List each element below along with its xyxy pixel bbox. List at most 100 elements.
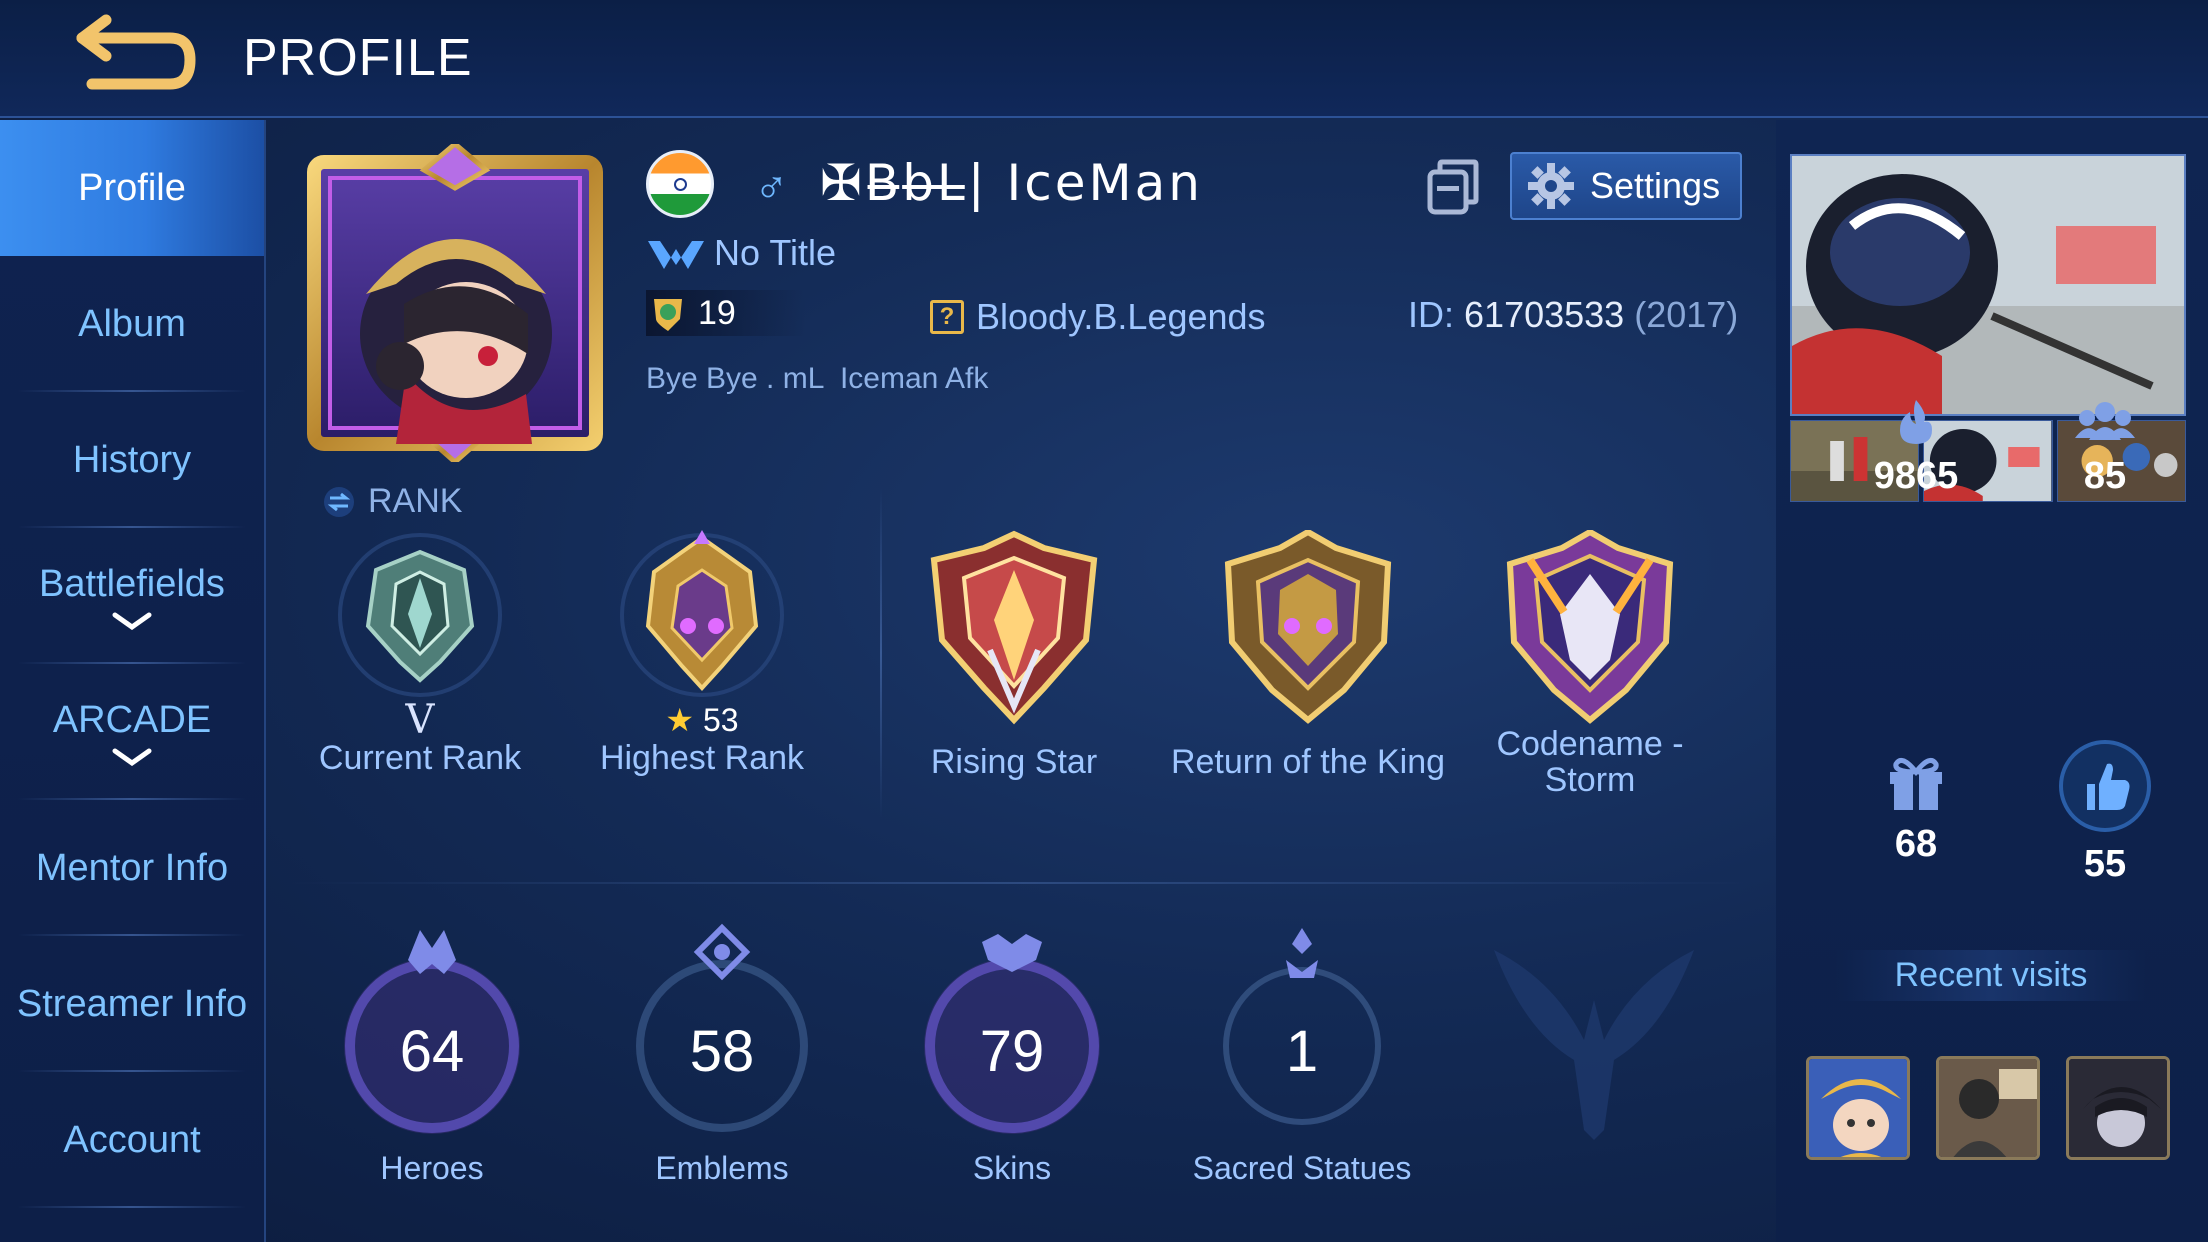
rising-star-emblem-icon: [930, 530, 1098, 725]
badge-caption: Return of the King: [1170, 743, 1446, 781]
stat-caption: Heroes: [380, 1150, 484, 1186]
current-rank-emblem-icon: [338, 533, 502, 697]
section-divider: [288, 882, 1758, 884]
squad[interactable]: ? Bloody.B.Legends: [930, 296, 1266, 338]
highest-rank-emblem-icon: [620, 530, 784, 697]
rank-icon: [324, 486, 354, 517]
player-title[interactable]: No Title: [646, 232, 836, 274]
gear-icon: [1528, 163, 1574, 209]
album-main-photo[interactable]: [1790, 154, 2186, 416]
player-signature: Bye Bye . mL Iceman Afk: [646, 362, 989, 395]
copy-icon[interactable]: [1426, 158, 1480, 216]
badge-highest-rank[interactable]: ★ 53 Highest Rank: [582, 530, 822, 776]
squad-icon: ?: [930, 300, 964, 334]
popularity-value: 9865: [1873, 455, 1959, 497]
codename-storm-emblem-icon: [1506, 530, 1674, 724]
highest-rank-star-count: 53: [702, 702, 739, 738]
stat-skins[interactable]: 79 Skins: [892, 920, 1132, 1187]
flag-india-icon: [646, 150, 714, 218]
current-rank-tier: V: [405, 697, 435, 743]
sidebar-item-label: Account: [63, 1118, 201, 1161]
sidebar-item-mentor-info[interactable]: Mentor Info: [0, 800, 264, 936]
sidebar-item-streamer-info[interactable]: Streamer Info: [0, 936, 264, 1072]
followers-value: 85: [2083, 455, 2127, 497]
stat-ring: 1: [1202, 920, 1402, 1140]
badge-current-rank[interactable]: V Current Rank: [300, 530, 540, 776]
stat-followers[interactable]: 85: [2030, 398, 2180, 498]
rank-divider: [880, 488, 882, 818]
stat-caption: Emblems: [655, 1150, 789, 1186]
visitor-image: [1939, 1059, 2037, 1157]
sidebar-item-profile[interactable]: Profile: [0, 120, 264, 256]
badge-caption: Current Rank: [318, 739, 522, 777]
avatar[interactable]: [296, 144, 614, 462]
stat-ring: 79: [912, 920, 1112, 1140]
recent-visitor-avatar[interactable]: [2066, 1056, 2170, 1160]
badge-codename-storm[interactable]: Codename - Storm: [1470, 530, 1710, 798]
recent-visits-label: Recent visits: [1836, 950, 2146, 1001]
sidebar-item-label: Streamer Info: [16, 982, 248, 1025]
settings-button[interactable]: Settings: [1510, 152, 1742, 220]
rank-section-label: RANK: [322, 482, 462, 521]
stat-gifts[interactable]: 68: [1841, 750, 1991, 866]
male-icon: ♂: [754, 161, 789, 213]
stat-heroes[interactable]: 64 Heroes: [312, 920, 552, 1187]
recent-visitor-avatar[interactable]: [1936, 1056, 2040, 1160]
stat-ring: 64: [332, 920, 532, 1140]
faded-bird-emblem-icon: [1494, 950, 1694, 1140]
likes-value: 55: [2083, 843, 2127, 885]
player-level-value: 19: [698, 293, 736, 332]
player-id-number: 61703533: [1464, 294, 1625, 335]
stat-value: 79: [979, 1019, 1045, 1084]
fire-icon: [1900, 400, 1932, 444]
sidebar-item-battlefields[interactable]: Battlefields: [0, 528, 264, 664]
sidebar-item-label: Battlefields: [39, 562, 225, 605]
stat-sacred-statues[interactable]: 1 Sacred Statues: [1182, 920, 1422, 1187]
highest-rank-stars: ★ 53: [582, 700, 822, 740]
top-bar: PROFILE: [0, 0, 2208, 118]
like-button[interactable]: 55: [2030, 738, 2180, 886]
visitor-image: [2069, 1059, 2167, 1157]
level-shield-icon: [654, 299, 682, 331]
thumbs-up-icon: [2059, 740, 2151, 832]
stat-caption: Skins: [972, 1150, 1052, 1186]
sidebar-item-label: Mentor Info: [35, 846, 229, 889]
stat-ring: 58: [622, 920, 822, 1140]
stat-emblems[interactable]: 58 Emblems: [602, 920, 842, 1187]
recent-visitor-avatar[interactable]: [1806, 1056, 1910, 1160]
sidebar-item-label: History: [72, 438, 192, 481]
sidebar-item-history[interactable]: History: [0, 392, 264, 528]
visitor-image: [1809, 1059, 1907, 1157]
player-id-label: ID:: [1408, 294, 1455, 335]
sidebar-item-arcade[interactable]: ARCADE: [0, 664, 264, 800]
sidebar-item-label: Album: [78, 302, 186, 345]
player-id-year: (2017): [1634, 294, 1739, 335]
stat-value: 1: [1285, 1019, 1319, 1084]
star-icon: ★: [665, 702, 695, 738]
badge-caption: Rising Star: [930, 743, 1098, 781]
stat-popularity[interactable]: 9865: [1841, 398, 1991, 498]
badge-rising-star[interactable]: Rising Star: [894, 530, 1134, 780]
badge-return-of-the-king[interactable]: Return of the King: [1168, 530, 1448, 780]
player-id: ID: 61703533 (2017): [1408, 294, 1738, 336]
page-title: PROFILE: [243, 29, 473, 87]
chevron-down-icon: [112, 748, 152, 766]
sidebar-item-album[interactable]: Album: [0, 256, 264, 392]
chevron-down-icon: [112, 612, 152, 630]
badge-caption: Codename - Storm: [1496, 725, 1684, 799]
profile-main: ♂ ✠B̶b̶L̶| IceMan Settings No Title 19 ?…: [268, 120, 1776, 1242]
player-name: ✠B̶b̶L̶| IceMan: [820, 154, 1203, 212]
stat-value: 58: [689, 1019, 755, 1084]
stat-caption: Sacred Statues: [1192, 1150, 1412, 1186]
rank-section-text: RANK: [368, 482, 463, 520]
sidebar: Profile Album History Battlefields ARCAD…: [0, 120, 266, 1242]
player-level: 19: [646, 290, 806, 336]
sidebar-item-account[interactable]: Account: [0, 1072, 264, 1208]
settings-label: Settings: [1590, 165, 1721, 206]
right-panel: 9865 85 68 55 Recent visits: [1776, 120, 2208, 1242]
title-icon: [648, 241, 704, 269]
squad-name: Bloody.B.Legends: [976, 296, 1266, 337]
friends-icon: [2075, 402, 2135, 440]
gifts-value: 68: [1894, 823, 1938, 865]
back-arrow-icon[interactable]: [52, 14, 202, 104]
